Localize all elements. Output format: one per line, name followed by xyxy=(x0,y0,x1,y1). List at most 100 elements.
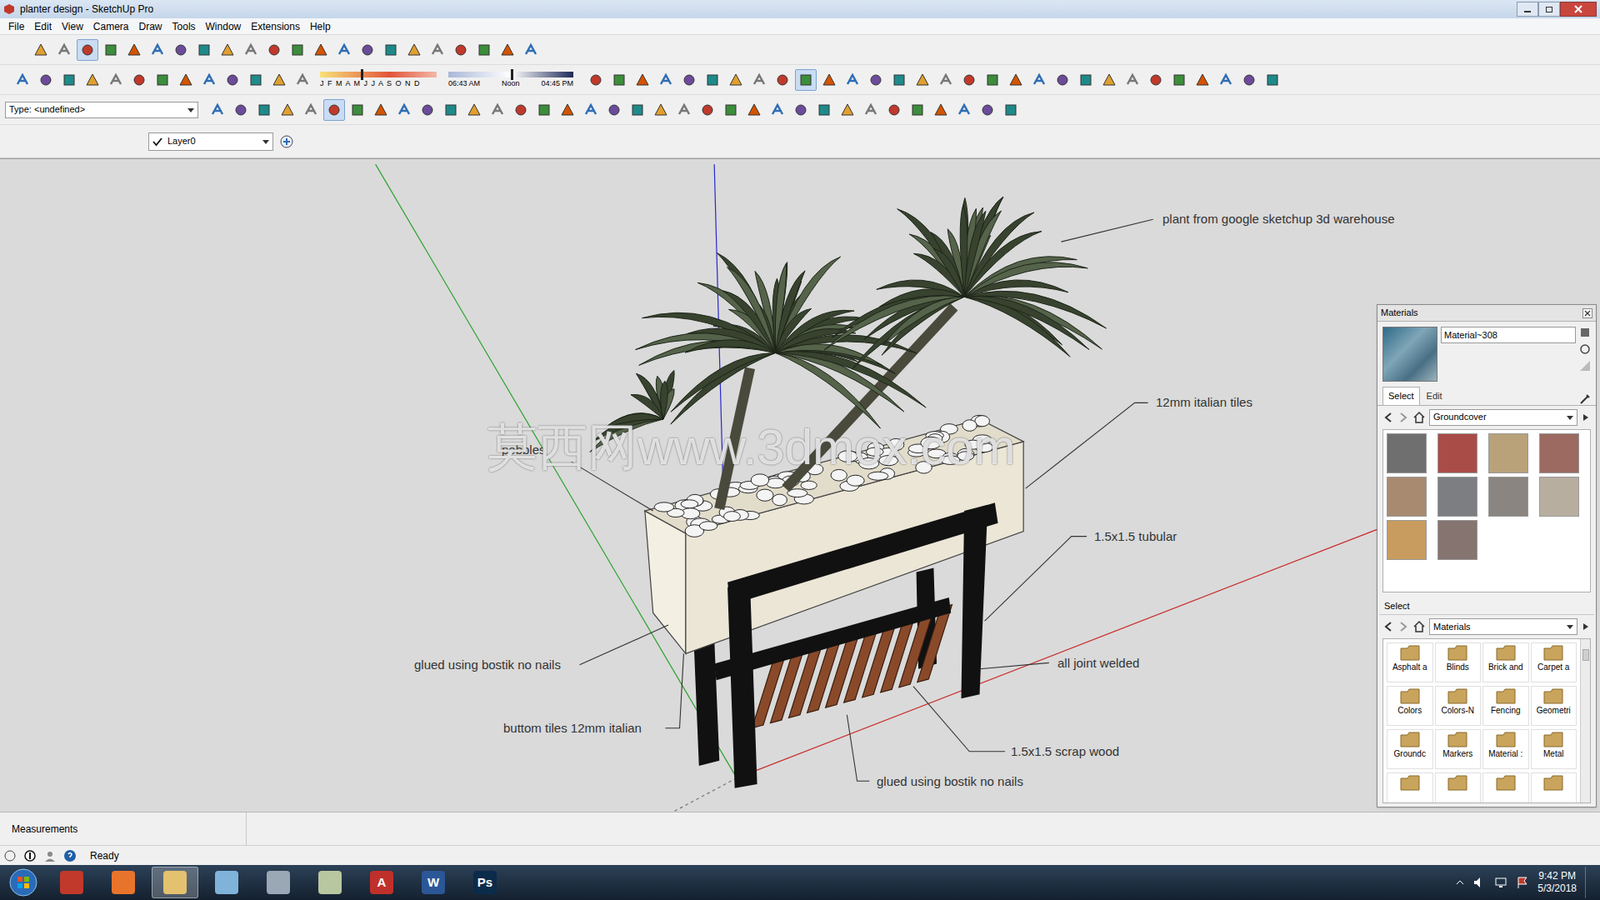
tool-button[interactable] xyxy=(105,69,127,91)
annotation-label[interactable]: glued using bostik no nails xyxy=(876,774,1024,790)
tool-button[interactable] xyxy=(1238,69,1260,91)
close-icon[interactable] xyxy=(1582,308,1593,319)
material-folder[interactable]: Fencing xyxy=(1482,685,1530,726)
start-button[interactable] xyxy=(3,865,44,900)
tool-button[interactable] xyxy=(888,69,910,91)
tool-button[interactable] xyxy=(533,99,555,121)
taskbar-app[interactable] xyxy=(306,866,354,899)
tool-button[interactable] xyxy=(30,39,52,61)
tool-button[interactable] xyxy=(170,39,192,61)
credits-icon[interactable] xyxy=(23,849,37,863)
material-swatch[interactable] xyxy=(1386,476,1427,517)
speaker-icon[interactable] xyxy=(1472,875,1486,890)
menu-item[interactable]: Window xyxy=(200,19,247,35)
taskbar-app[interactable] xyxy=(100,866,147,899)
tool-button[interactable] xyxy=(696,99,719,121)
tool-button[interactable] xyxy=(253,99,275,121)
panel-header[interactable]: Materials xyxy=(1377,305,1596,322)
taskbar-app[interactable] xyxy=(255,866,302,899)
tool-button[interactable] xyxy=(486,99,509,121)
home-icon[interactable] xyxy=(1412,410,1426,425)
material-folder[interactable] xyxy=(1435,772,1482,804)
menu-item[interactable]: Camera xyxy=(88,19,135,35)
tool-button[interactable] xyxy=(631,69,654,91)
tool-button[interactable] xyxy=(333,39,355,61)
tool-button[interactable] xyxy=(198,69,220,91)
material-swatch[interactable] xyxy=(1488,476,1529,517)
material-swatch[interactable] xyxy=(1488,433,1529,474)
tool-button[interactable] xyxy=(678,69,700,91)
tool-button[interactable] xyxy=(748,69,770,91)
tool-button[interactable] xyxy=(151,69,174,91)
material-swatch[interactable] xyxy=(1539,476,1580,517)
action-center-icon[interactable] xyxy=(1515,875,1530,890)
library-dropdown[interactable]: Groundcover xyxy=(1429,409,1578,426)
annotation-label[interactable]: 12mm italian tiles xyxy=(1155,395,1253,410)
material-folder[interactable]: Material : xyxy=(1482,729,1530,770)
tool-button[interactable] xyxy=(175,69,197,91)
title-bar[interactable]: planter design - SketchUp Pro xyxy=(0,0,1600,19)
annotation-label[interactable]: 1.5x1.5 tubular xyxy=(1094,529,1177,545)
material-folder[interactable]: Blinds xyxy=(1435,642,1482,683)
tool-button[interactable] xyxy=(976,99,999,121)
material-folder[interactable] xyxy=(1530,772,1578,804)
tool-button[interactable] xyxy=(1215,69,1237,91)
tool-button[interactable] xyxy=(450,39,472,61)
tool-button[interactable] xyxy=(836,99,859,121)
type-dropdown[interactable]: Type: <undefined> xyxy=(5,101,199,119)
date-slider[interactable] xyxy=(320,71,437,78)
show-desktop-button[interactable] xyxy=(1585,866,1594,899)
annotation-label[interactable]: glued using bostik no nails xyxy=(414,657,561,673)
tool-button[interactable] xyxy=(11,69,34,91)
taskbar-app[interactable] xyxy=(203,866,250,899)
tool-button[interactable] xyxy=(206,99,229,121)
tool-button[interactable] xyxy=(245,69,267,91)
tool-button[interactable] xyxy=(221,69,244,91)
material-folder[interactable] xyxy=(1482,772,1530,804)
tool-button[interactable] xyxy=(370,99,392,121)
tool-button[interactable] xyxy=(818,69,840,91)
tool-button[interactable] xyxy=(725,69,747,91)
layer-dropdown[interactable]: Layer0 xyxy=(148,132,274,151)
tool-button[interactable] xyxy=(123,39,145,61)
tool-button[interactable] xyxy=(1028,69,1050,91)
tool-button[interactable] xyxy=(286,39,309,61)
tool-button[interactable] xyxy=(300,99,322,121)
tool-button[interactable] xyxy=(585,69,607,91)
model-canvas[interactable] xyxy=(0,159,1600,812)
time-slider[interactable] xyxy=(448,71,574,78)
tool-button[interactable] xyxy=(240,39,262,61)
material-swatch[interactable] xyxy=(1437,433,1478,474)
tool-button[interactable] xyxy=(263,39,285,61)
scrollbar[interactable] xyxy=(1580,639,1590,803)
tool-button[interactable] xyxy=(346,99,369,121)
material-folder[interactable]: Groundc xyxy=(1386,729,1434,770)
secondary-library-dropdown[interactable]: Materials xyxy=(1429,618,1578,635)
details-icon[interactable] xyxy=(1580,412,1591,423)
tool-button[interactable] xyxy=(268,69,290,91)
material-name-field[interactable]: Material~308 xyxy=(1440,326,1576,344)
tool-button[interactable] xyxy=(795,69,817,91)
materials-panel[interactable]: MaterialsMaterial~308SelectEditGroundcov… xyxy=(1376,304,1597,808)
tool-button[interactable] xyxy=(1051,69,1074,91)
tool-button[interactable] xyxy=(1145,69,1167,91)
material-folder[interactable] xyxy=(1386,772,1434,804)
tray-up-icon[interactable] xyxy=(1455,878,1465,887)
restore-button[interactable] xyxy=(1538,1,1560,17)
tool-button[interactable] xyxy=(650,99,672,121)
display-icon[interactable] xyxy=(1579,360,1591,372)
tool-button[interactable] xyxy=(416,99,439,121)
taskbar-app[interactable]: A xyxy=(358,866,405,899)
tool-button[interactable] xyxy=(380,39,402,61)
menu-item[interactable]: Extensions xyxy=(245,19,305,35)
tool-button[interactable] xyxy=(766,99,789,121)
back-icon[interactable] xyxy=(1382,620,1395,633)
material-swatch[interactable] xyxy=(1437,476,1478,517)
tool-button[interactable] xyxy=(520,39,542,61)
tool-button[interactable] xyxy=(323,99,345,121)
tool-button[interactable] xyxy=(1005,69,1027,91)
tool-button[interactable] xyxy=(813,99,835,121)
tool-button[interactable] xyxy=(193,39,215,61)
material-folder[interactable]: Asphalt a xyxy=(1386,642,1434,683)
minimize-button[interactable] xyxy=(1516,1,1539,17)
